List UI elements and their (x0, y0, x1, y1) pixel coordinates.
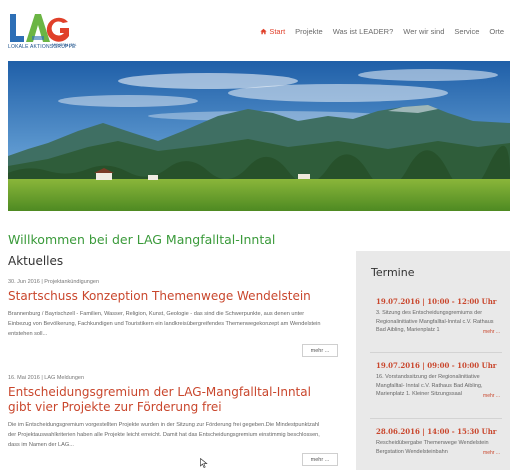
news-title-link[interactable]: Entscheidungsgremium der LAG-Mangfalltal… (8, 385, 338, 415)
news-item: 16. Mai 2016 | LAG Meldungen Entscheidun… (8, 375, 338, 470)
event-date: 19.07.2016 | 09:00 - 10:00 Uhr (376, 361, 497, 370)
hero-banner-image (8, 61, 510, 211)
news-meta: 16. Mai 2016 | LAG Meldungen (8, 375, 85, 381)
event-date: 19.07.2016 | 10:00 - 12:00 Uhr (376, 297, 497, 306)
welcome-heading: Willkommen bei der LAG Mangfalltal-Innta… (8, 232, 276, 247)
news-excerpt: Die im Entscheidungsgremium vorgestellte… (8, 422, 320, 448)
news-title-link[interactable]: Startschuss Konzeption Themenwege Wendel… (8, 289, 338, 304)
nav-service[interactable]: Service (454, 27, 479, 36)
news-more-button[interactable]: mehr ... (302, 453, 338, 466)
site-header: MANGFALLTAL LOKALE AKTIONSGRUPPE Start P… (0, 0, 510, 60)
nav-wer-wir-sind[interactable]: Wer wir sind (403, 27, 444, 36)
news-section-title: Aktuelles (8, 254, 64, 268)
news-more-button[interactable]: mehr ... (302, 344, 338, 357)
event-divider (370, 352, 502, 353)
termine-sidebar: Termine 19.07.2016 | 10:00 - 12:00 Uhr 3… (356, 251, 510, 470)
news-item: 30. Jun 2016 | Projektankündigungen Star… (8, 279, 338, 359)
event-item[interactable]: 28.06.2016 | 14:00 - 15:30 Uhr Rescheidü… (356, 427, 510, 456)
home-icon (260, 28, 267, 35)
news-excerpt: Brannenburg / Bayrischzell - Familien, W… (8, 311, 321, 337)
main-nav: Start Projekte Was ist LEADER? Wer wir s… (260, 27, 504, 36)
nav-projekte[interactable]: Projekte (295, 27, 323, 36)
event-item[interactable]: 19.07.2016 | 10:00 - 12:00 Uhr 3. Sitzun… (356, 297, 510, 335)
logo-caption: LOKALE AKTIONSGRUPPE (8, 44, 76, 50)
event-divider (370, 418, 502, 419)
news-meta: 30. Jun 2016 | Projektankündigungen (8, 279, 100, 285)
nav-start-label: Start (269, 27, 286, 36)
event-item[interactable]: 19.07.2016 | 09:00 - 10:00 Uhr 16. Vorst… (356, 361, 510, 399)
nav-orte[interactable]: Orte (489, 27, 504, 36)
sidebar-title: Termine (371, 266, 415, 279)
mouse-cursor-icon (200, 458, 208, 468)
nav-was-ist-leader[interactable]: Was ist LEADER? (333, 27, 394, 36)
event-date: 28.06.2016 | 14:00 - 15:30 Uhr (376, 427, 497, 436)
nav-start[interactable]: Start (260, 27, 285, 36)
